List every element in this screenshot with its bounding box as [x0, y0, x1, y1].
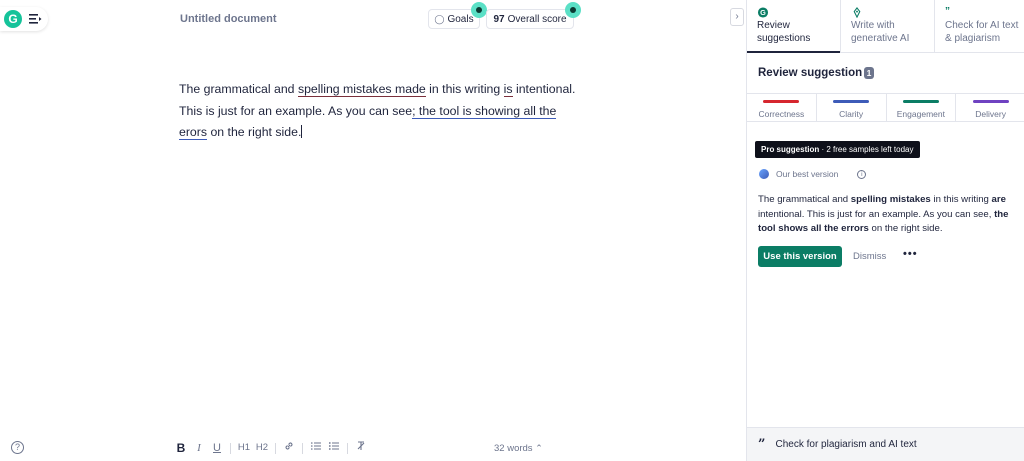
- more-options-icon[interactable]: •••: [903, 248, 918, 260]
- category-delivery[interactable]: Delivery: [955, 94, 1024, 121]
- svg-text:G: G: [760, 8, 766, 17]
- editor-line: This is just for an example. As you can …: [179, 101, 599, 123]
- dismiss-button[interactable]: Dismiss: [853, 251, 886, 262]
- italic-button[interactable]: I: [190, 440, 208, 456]
- chevron-up-icon: ⌃: [535, 443, 543, 453]
- text-span: in this writing: [425, 82, 504, 96]
- numbered-list-icon[interactable]: [307, 440, 325, 456]
- score-indicator-dot: [565, 2, 581, 18]
- tab-label: Check for AI text & plagiarism: [945, 20, 1019, 44]
- category-color-bar: [972, 100, 1009, 103]
- grammarly-logo-pill[interactable]: G: [0, 7, 48, 31]
- pro-suggestion-badge: Pro suggestion · 2 free samples left tod…: [755, 141, 920, 158]
- menu-icon[interactable]: [28, 12, 42, 26]
- overall-score-value: 97: [493, 13, 505, 25]
- suggestion-underline[interactable]: erors: [179, 125, 208, 140]
- overall-score-label: Overall score: [507, 13, 567, 25]
- document-editor[interactable]: The grammatical and spelling mistakes ma…: [179, 79, 599, 144]
- bulleted-list-icon[interactable]: [325, 440, 343, 456]
- heading1-button[interactable]: H1: [235, 440, 253, 456]
- document-title[interactable]: Untitled document: [180, 13, 277, 25]
- suggestion-count-badge: 1: [864, 67, 874, 79]
- tab-ai-plagiarism[interactable]: ” Check for AI text & plagiarism: [934, 0, 1024, 53]
- suggestion-underline[interactable]: ; the tool is showing all the: [412, 103, 557, 119]
- best-version-label: Our best version: [776, 169, 839, 179]
- link-icon[interactable]: [280, 440, 298, 456]
- formatting-toolbar: B I U H1 H2: [172, 440, 370, 456]
- suggestion-text: intentional. This is just for an example…: [758, 208, 995, 220]
- use-this-version-button[interactable]: Use this version: [758, 246, 842, 267]
- suggestion-text: in this writing: [930, 194, 992, 205]
- grammarly-logo-icon: G: [4, 10, 22, 28]
- toolbar-divider: [230, 442, 231, 454]
- category-label: Clarity: [839, 109, 864, 119]
- pro-badge-title: Pro suggestion: [761, 145, 820, 154]
- overall-score-button[interactable]: 97 Overall score: [486, 9, 574, 29]
- category-filters: Correctness Clarity Engagement Delivery: [747, 93, 1024, 122]
- category-label: Delivery: [975, 109, 1006, 119]
- editor-line: The grammatical and spelling mistakes ma…: [179, 79, 599, 101]
- tab-label: Write with generative AI: [851, 20, 910, 44]
- help-icon[interactable]: ?: [11, 441, 24, 454]
- sparkle-icon: [759, 169, 769, 179]
- tab-generative-ai[interactable]: Write with generative AI: [840, 0, 934, 53]
- pen-nib-icon: [853, 7, 861, 18]
- tab-label: Review suggestions: [757, 20, 811, 44]
- quote-icon: ”: [945, 6, 950, 17]
- suggestion-text: The grammatical and: [758, 194, 851, 205]
- suggestion-change: are: [991, 194, 1006, 205]
- suggestion-change: spelling mistakes: [850, 194, 931, 205]
- toolbar-divider: [347, 442, 348, 454]
- pro-badge-detail: · 2 free samples left today: [819, 145, 914, 154]
- suggestion-underline[interactable]: is: [503, 82, 513, 97]
- panel-tabs: G Review suggestions Write with generati…: [747, 0, 1024, 53]
- heading2-button[interactable]: H2: [253, 440, 271, 456]
- text-span: intentional.: [512, 82, 576, 96]
- info-icon[interactable]: i: [857, 169, 867, 179]
- editor-line: erors on the right side.: [179, 122, 599, 144]
- goals-indicator-dot: [471, 2, 487, 18]
- category-correctness[interactable]: Correctness: [747, 94, 816, 121]
- text-span: on the right side.: [207, 125, 302, 139]
- toolbar-divider: [302, 442, 303, 454]
- goals-label: Goals: [447, 13, 474, 25]
- text-span: This is just for an example. As you can …: [179, 103, 413, 118]
- goals-icon: ◯: [434, 13, 445, 24]
- tab-review-suggestions[interactable]: G Review suggestions: [747, 0, 840, 53]
- chevron-right-icon: ›: [735, 11, 739, 22]
- clear-formatting-icon[interactable]: [352, 440, 370, 456]
- category-color-bar: [833, 100, 870, 103]
- text-span: The grammatical and: [179, 82, 298, 96]
- plagiarism-check-bar[interactable]: ” Check for plagiarism and AI text: [747, 427, 1024, 461]
- suggestion-text: on the right side.: [868, 223, 943, 234]
- quote-icon: ”: [758, 437, 766, 452]
- category-label: Correctness: [758, 109, 805, 119]
- text-caret: [301, 125, 303, 138]
- category-color-bar: [763, 100, 800, 103]
- category-label: Engagement: [896, 109, 945, 119]
- collapse-panel-button[interactable]: ›: [730, 8, 744, 26]
- toolbar-divider: [275, 442, 276, 454]
- suggestions-panel: G Review suggestions Write with generati…: [746, 0, 1024, 461]
- category-clarity[interactable]: Clarity: [815, 94, 886, 121]
- suggested-text: The grammatical and spelling mistakes in…: [758, 193, 1020, 237]
- category-engagement[interactable]: Engagement: [885, 94, 956, 121]
- review-suggestion-title: Review suggestion: [758, 67, 863, 79]
- plagiarism-check-label: Check for plagiarism and AI text: [775, 439, 917, 450]
- grammarly-g-icon: G: [757, 7, 769, 18]
- suggestion-underline[interactable]: spelling mistakes made: [297, 82, 426, 97]
- word-count[interactable]: 32 words ⌃: [494, 443, 543, 454]
- bold-button[interactable]: B: [172, 440, 190, 456]
- best-version-row: Our best version i: [759, 169, 867, 179]
- category-color-bar: [902, 100, 939, 103]
- underline-button[interactable]: U: [208, 440, 226, 456]
- word-count-label: 32 words: [494, 443, 533, 454]
